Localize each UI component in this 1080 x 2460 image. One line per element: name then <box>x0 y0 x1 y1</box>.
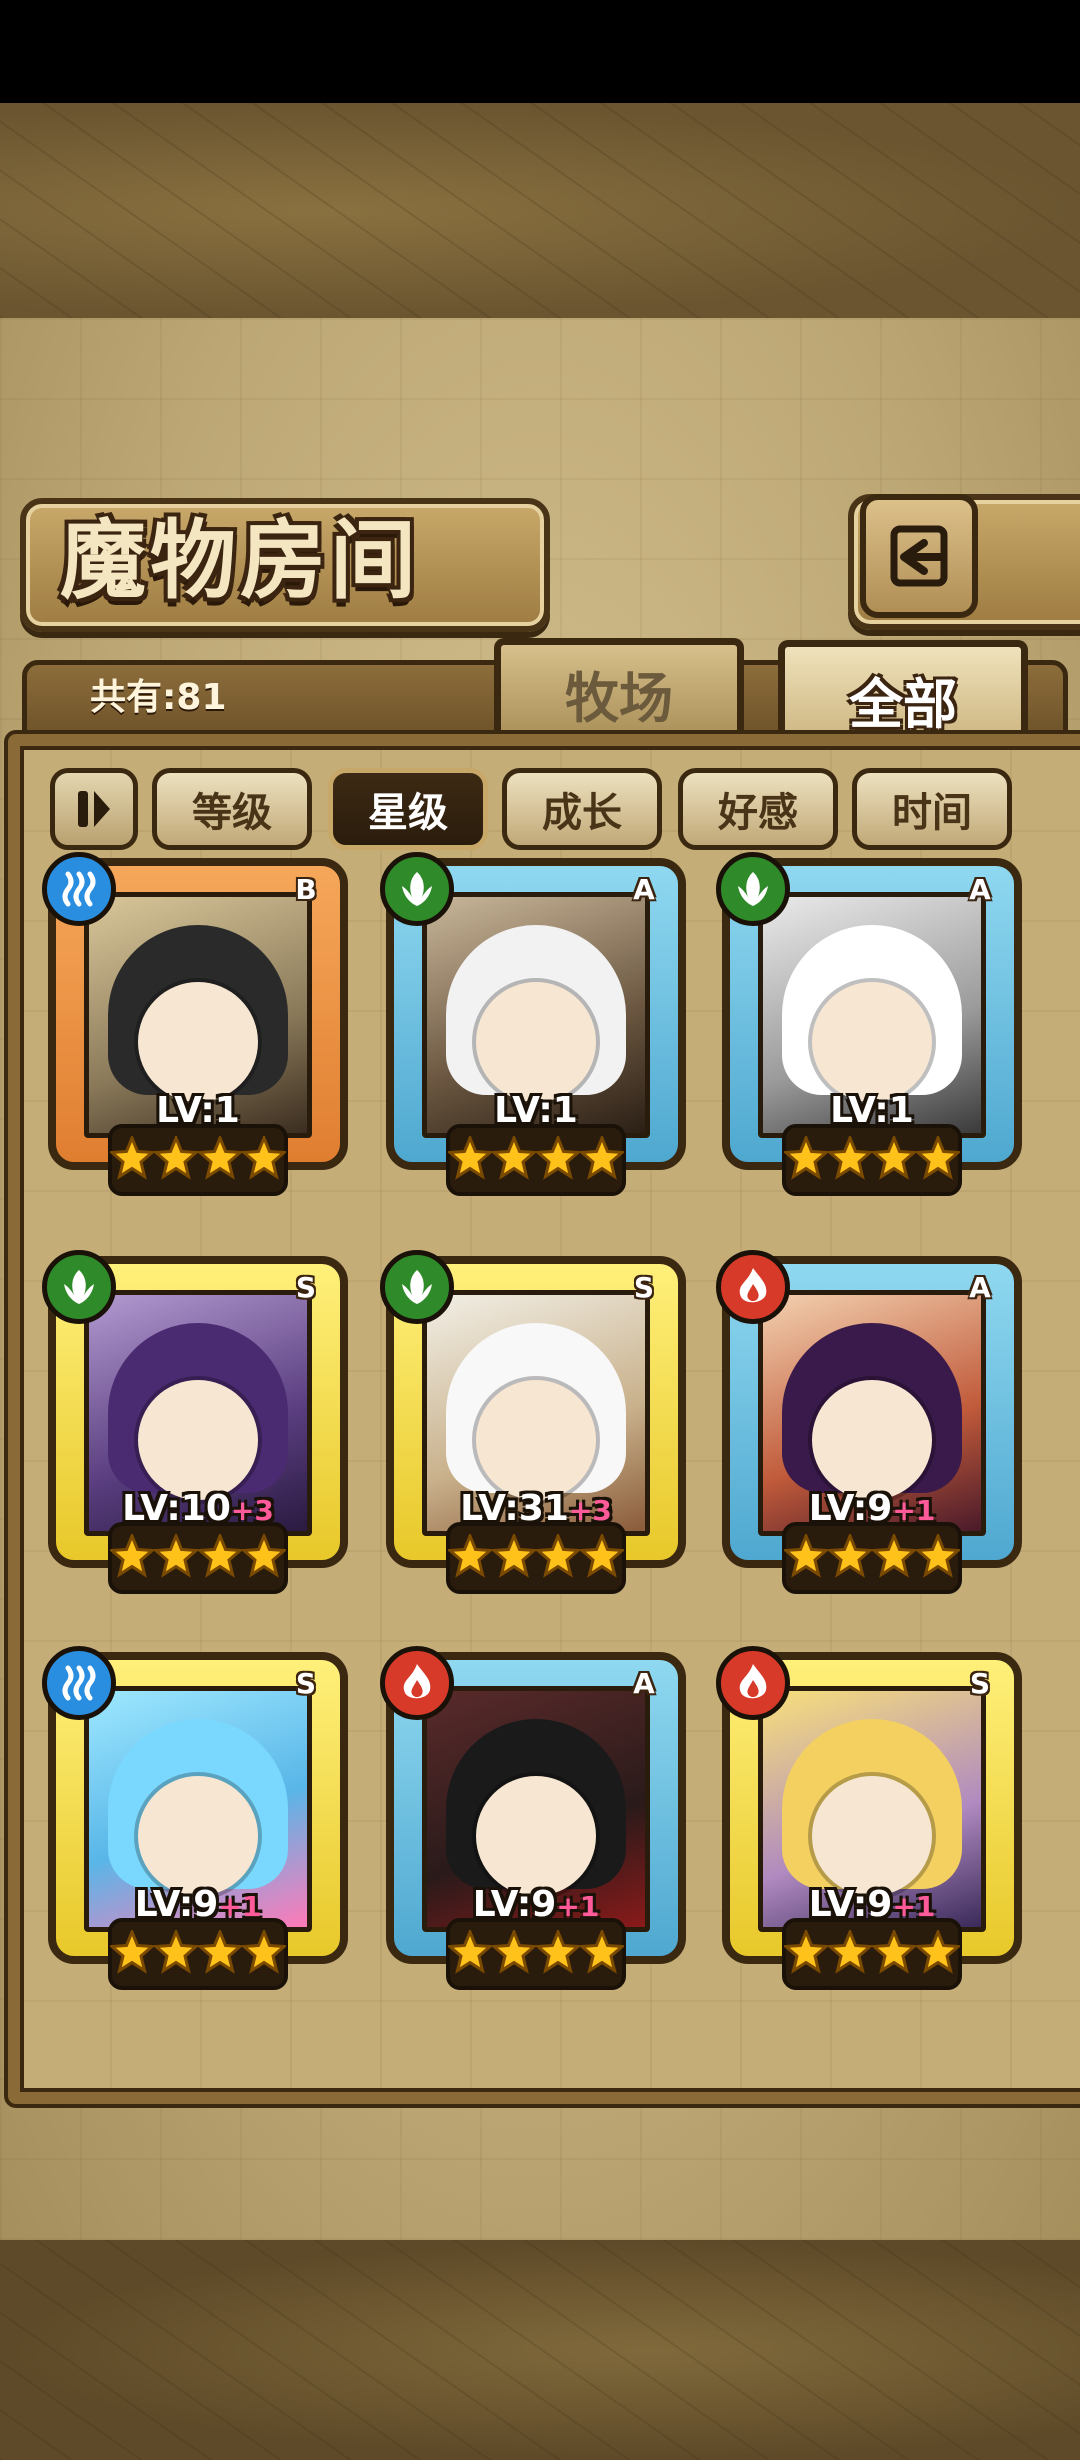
star-icon <box>870 1928 918 1978</box>
star-icon <box>534 1928 582 1978</box>
rank-badge: S <box>295 1271 317 1304</box>
fire-element-icon <box>716 1646 790 1720</box>
star-icon <box>446 1134 494 1184</box>
map-background-top <box>0 103 1080 318</box>
rank-badge: S <box>633 1271 655 1304</box>
sort-time-button[interactable]: 时间 <box>852 768 1012 850</box>
star-rating <box>446 1124 626 1196</box>
star-icon <box>534 1134 582 1184</box>
sort-affection-button[interactable]: 好感 <box>678 768 838 850</box>
water-element-icon <box>42 852 116 926</box>
star-icon <box>826 1134 874 1184</box>
star-icon <box>490 1928 538 1978</box>
star-icon <box>782 1928 830 1978</box>
star-icon <box>578 1928 626 1978</box>
star-icon <box>914 1532 962 1582</box>
monster-card[interactable]: A LV:1 <box>716 852 1022 1210</box>
fire-element-icon <box>380 1646 454 1720</box>
wood-element-icon <box>380 852 454 926</box>
filter-toggle-button[interactable] <box>50 768 138 850</box>
star-icon <box>196 1134 244 1184</box>
monster-card[interactable]: A LV:1 <box>380 852 686 1210</box>
star-icon <box>240 1134 288 1184</box>
star-icon <box>108 1928 156 1978</box>
sort-growth-button[interactable]: 成长 <box>502 768 662 850</box>
rank-badge: A <box>633 873 655 906</box>
rank-badge: S <box>295 1667 317 1700</box>
star-icon <box>108 1532 156 1582</box>
star-icon <box>196 1928 244 1978</box>
sort-level-button[interactable]: 等级 <box>152 768 312 850</box>
star-rating <box>446 1522 626 1594</box>
star-icon <box>196 1532 244 1582</box>
monster-card[interactable]: A LV:9+1 <box>380 1646 686 2004</box>
star-icon <box>578 1532 626 1582</box>
monster-card[interactable]: S LV:31+3 <box>380 1250 686 1608</box>
star-rating <box>446 1918 626 1990</box>
star-icon <box>152 1134 200 1184</box>
wood-element-icon <box>380 1250 454 1324</box>
rank-badge: S <box>969 1667 991 1700</box>
map-background-bottom <box>0 2240 1080 2460</box>
star-rating <box>108 1124 288 1196</box>
wood-element-icon <box>42 1250 116 1324</box>
star-rating <box>782 1124 962 1196</box>
star-icon <box>490 1134 538 1184</box>
monster-card[interactable]: A LV:9+1 <box>716 1250 1022 1608</box>
star-rating <box>108 1522 288 1594</box>
monster-card[interactable]: S LV:9+1 <box>716 1646 1022 2004</box>
monster-card[interactable]: S LV:9+1 <box>42 1646 348 2004</box>
star-icon <box>240 1928 288 1978</box>
monster-card[interactable]: S LV:10+3 <box>42 1250 348 1608</box>
star-rating <box>108 1918 288 1990</box>
rank-badge: A <box>969 1271 991 1304</box>
status-bar <box>0 0 1080 103</box>
tab-ranch[interactable]: 牧场 <box>494 638 744 741</box>
star-icon <box>914 1928 962 1978</box>
star-icon <box>782 1134 830 1184</box>
star-icon <box>782 1532 830 1582</box>
star-icon <box>870 1134 918 1184</box>
page-title: 魔物房间 <box>60 510 420 611</box>
wood-element-icon <box>716 852 790 926</box>
star-icon <box>578 1134 626 1184</box>
star-icon <box>446 1532 494 1582</box>
star-icon <box>826 1928 874 1978</box>
star-icon <box>240 1532 288 1582</box>
star-icon <box>870 1532 918 1582</box>
star-icon <box>152 1532 200 1582</box>
return-arrow-icon <box>890 525 948 587</box>
total-count: 共有:81 <box>90 677 227 718</box>
star-icon <box>446 1928 494 1978</box>
rank-badge: B <box>295 873 317 906</box>
monster-card[interactable]: B LV:1 <box>42 852 348 1210</box>
rank-badge: A <box>969 873 991 906</box>
star-icon <box>914 1134 962 1184</box>
back-button[interactable] <box>860 494 978 618</box>
star-icon <box>826 1532 874 1582</box>
star-icon <box>108 1134 156 1184</box>
fire-element-icon <box>716 1250 790 1324</box>
star-rating <box>782 1522 962 1594</box>
filter-toggle-icon <box>78 791 110 827</box>
rank-badge: A <box>633 1667 655 1700</box>
star-icon <box>152 1928 200 1978</box>
sort-star-button[interactable]: 星级 <box>328 768 488 850</box>
star-icon <box>534 1532 582 1582</box>
water-element-icon <box>42 1646 116 1720</box>
star-icon <box>490 1532 538 1582</box>
star-rating <box>782 1918 962 1990</box>
